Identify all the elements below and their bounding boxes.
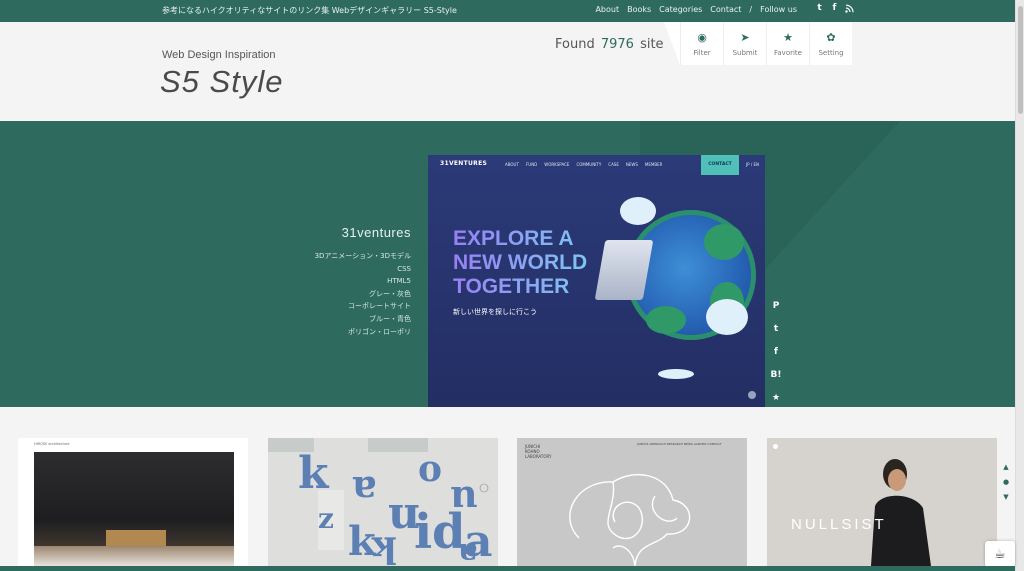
preview-lang: JP / EN	[746, 162, 760, 167]
share-buttons: P t f B! ★	[765, 295, 787, 410]
preview-link: MEMBER	[644, 162, 663, 167]
card-thumbnail	[34, 452, 234, 566]
preview-link: COMMUNITY	[576, 162, 602, 167]
filter-label: Filter	[693, 48, 711, 57]
site-card[interactable]: k a o n u k i d a z k a	[268, 438, 498, 566]
top-bar: 参考になるハイクオリティなサイトのリンク集 Webデザインギャラリー S5-St…	[0, 0, 1015, 22]
tag-link[interactable]: コーポレートサイト	[315, 300, 411, 313]
card-thumbnail	[871, 459, 931, 566]
favorite-label: Favorite	[774, 48, 802, 57]
nav-about[interactable]: About	[595, 5, 619, 14]
site-card[interactable]: NULLSIST	[767, 438, 997, 566]
site-card[interactable]: JUNICHI KOHNO LABORATORY JUNICHI APPROAC…	[517, 438, 747, 566]
site-count: Found 7976 site	[555, 37, 664, 52]
card-letter: z	[318, 502, 334, 535]
found-suffix: site	[640, 37, 664, 52]
card-letter: a	[352, 468, 377, 513]
filter-button[interactable]: ◉ Filter	[680, 22, 723, 65]
facebook-icon[interactable]: f	[765, 341, 787, 364]
tag-link[interactable]: ブルー・青色	[315, 313, 411, 326]
cloud-shape	[620, 197, 656, 225]
scrollbar-thumb[interactable]	[1018, 6, 1023, 114]
tag-link[interactable]: 3Dアニメーション・3Dモデル	[315, 250, 411, 263]
preview-link: CASE	[608, 162, 619, 167]
featured-site-screenshot[interactable]: 31VENTURES ABOUT FUND WORKSPACE COMMUNIT…	[428, 155, 765, 407]
card-letter: k	[298, 448, 329, 499]
eye-icon: ◉	[697, 30, 707, 44]
social-links: t f	[815, 4, 854, 13]
found-count: 7976	[600, 37, 634, 52]
featured-site-title[interactable]: 31ventures	[342, 225, 411, 240]
facebook-icon[interactable]: f	[830, 4, 839, 13]
setting-button[interactable]: ✿ Setting	[809, 22, 852, 65]
card-letter: a	[458, 536, 478, 566]
nav-follow-us: Follow us	[760, 5, 797, 14]
top-nav: About Books Categories Contact / Follow …	[595, 5, 797, 14]
preview-link: WORKSPACE	[544, 162, 570, 167]
card-site-name: NULLSIST	[791, 516, 887, 533]
preview-nav: 31VENTURES ABOUT FUND WORKSPACE COMMUNIT…	[428, 155, 765, 175]
star-icon: ★	[783, 30, 793, 44]
arrow-down-icon[interactable]: ▼	[1003, 493, 1008, 502]
card-letter: k	[372, 528, 397, 566]
pinterest-icon[interactable]: P	[765, 295, 787, 318]
footer-band	[0, 566, 1015, 571]
right-rail: ▲ ● ▼	[999, 463, 1013, 502]
preview-link: FUND	[525, 162, 538, 167]
coffee-cup-icon[interactable]: ☕	[985, 541, 1015, 567]
toolbar: ◉ Filter ➤ Submit ★ Favorite ✿ Setting	[664, 22, 852, 65]
nav-books[interactable]: Books	[627, 5, 651, 14]
cloud-shape	[658, 369, 694, 379]
preview-headline: EXPLORE A NEW WORLD TOGETHER	[453, 227, 587, 299]
page-scrollbar[interactable]	[1015, 0, 1024, 571]
nav-contact[interactable]: Contact	[710, 5, 741, 14]
card-thumbnail	[569, 474, 691, 566]
arrow-up-icon[interactable]: ▲	[1003, 463, 1008, 472]
headline-line: NEW WORLD	[453, 251, 588, 274]
setting-label: Setting	[818, 48, 844, 57]
cloud-shape	[706, 299, 748, 335]
brand-subtitle: Web Design Inspiration	[162, 49, 276, 61]
preview-subline: 新しい世界を探しに行こう	[453, 308, 537, 316]
preview-logo: 31VENTURES	[440, 160, 488, 167]
site-header: Web Design Inspiration S5 Style Found 79…	[0, 22, 1015, 121]
tag-link[interactable]: ポリゴン・ローポリ	[315, 326, 411, 339]
site-card[interactable]: HIROSE architecture	[18, 438, 248, 566]
tag-link[interactable]: HTML5	[315, 275, 411, 288]
card-dot	[773, 444, 778, 449]
send-icon: ➤	[740, 30, 750, 44]
rss-icon[interactable]	[845, 4, 854, 13]
found-prefix: Found	[555, 37, 595, 52]
gear-icon: ✿	[826, 30, 836, 44]
headline-line: TOGETHER	[453, 275, 570, 298]
tag-link[interactable]: CSS	[315, 263, 411, 276]
headline-line: EXPLORE A	[453, 227, 574, 250]
dot-icon[interactable]: ●	[1003, 478, 1009, 487]
submit-label: Submit	[732, 48, 758, 57]
preview-link: NEWS	[625, 162, 638, 167]
preview-links: ABOUT FUND WORKSPACE COMMUNITY CASE NEWS…	[505, 162, 662, 167]
twitter-icon[interactable]: t	[815, 4, 824, 13]
favorite-button[interactable]: ★ Favorite	[766, 22, 809, 65]
card-letter: o	[418, 448, 443, 490]
site-tagline: 参考になるハイクオリティなサイトのリンク集 Webデザインギャラリー S5-St…	[162, 6, 457, 15]
tag-link[interactable]: グレー・灰色	[315, 288, 411, 301]
site-logo[interactable]: S5 Style	[160, 64, 283, 100]
nav-separator: /	[749, 5, 753, 14]
preview-contact: CONTACT	[701, 155, 739, 175]
star-icon[interactable]: ★	[765, 387, 787, 410]
card-site-name: HIROSE architecture	[34, 442, 70, 446]
twitter-icon[interactable]: t	[765, 318, 787, 341]
submit-button[interactable]: ➤ Submit	[723, 22, 766, 65]
card-letter: i	[414, 504, 433, 560]
nav-categories[interactable]: Categories	[659, 5, 702, 14]
scroll-dot	[748, 391, 756, 399]
hatena-bookmark-icon[interactable]: B!	[765, 364, 787, 387]
featured-tag-list: 3Dアニメーション・3Dモデル CSS HTML5 グレー・灰色 コーポレートサ…	[315, 250, 411, 338]
preview-link: ABOUT	[505, 162, 519, 167]
